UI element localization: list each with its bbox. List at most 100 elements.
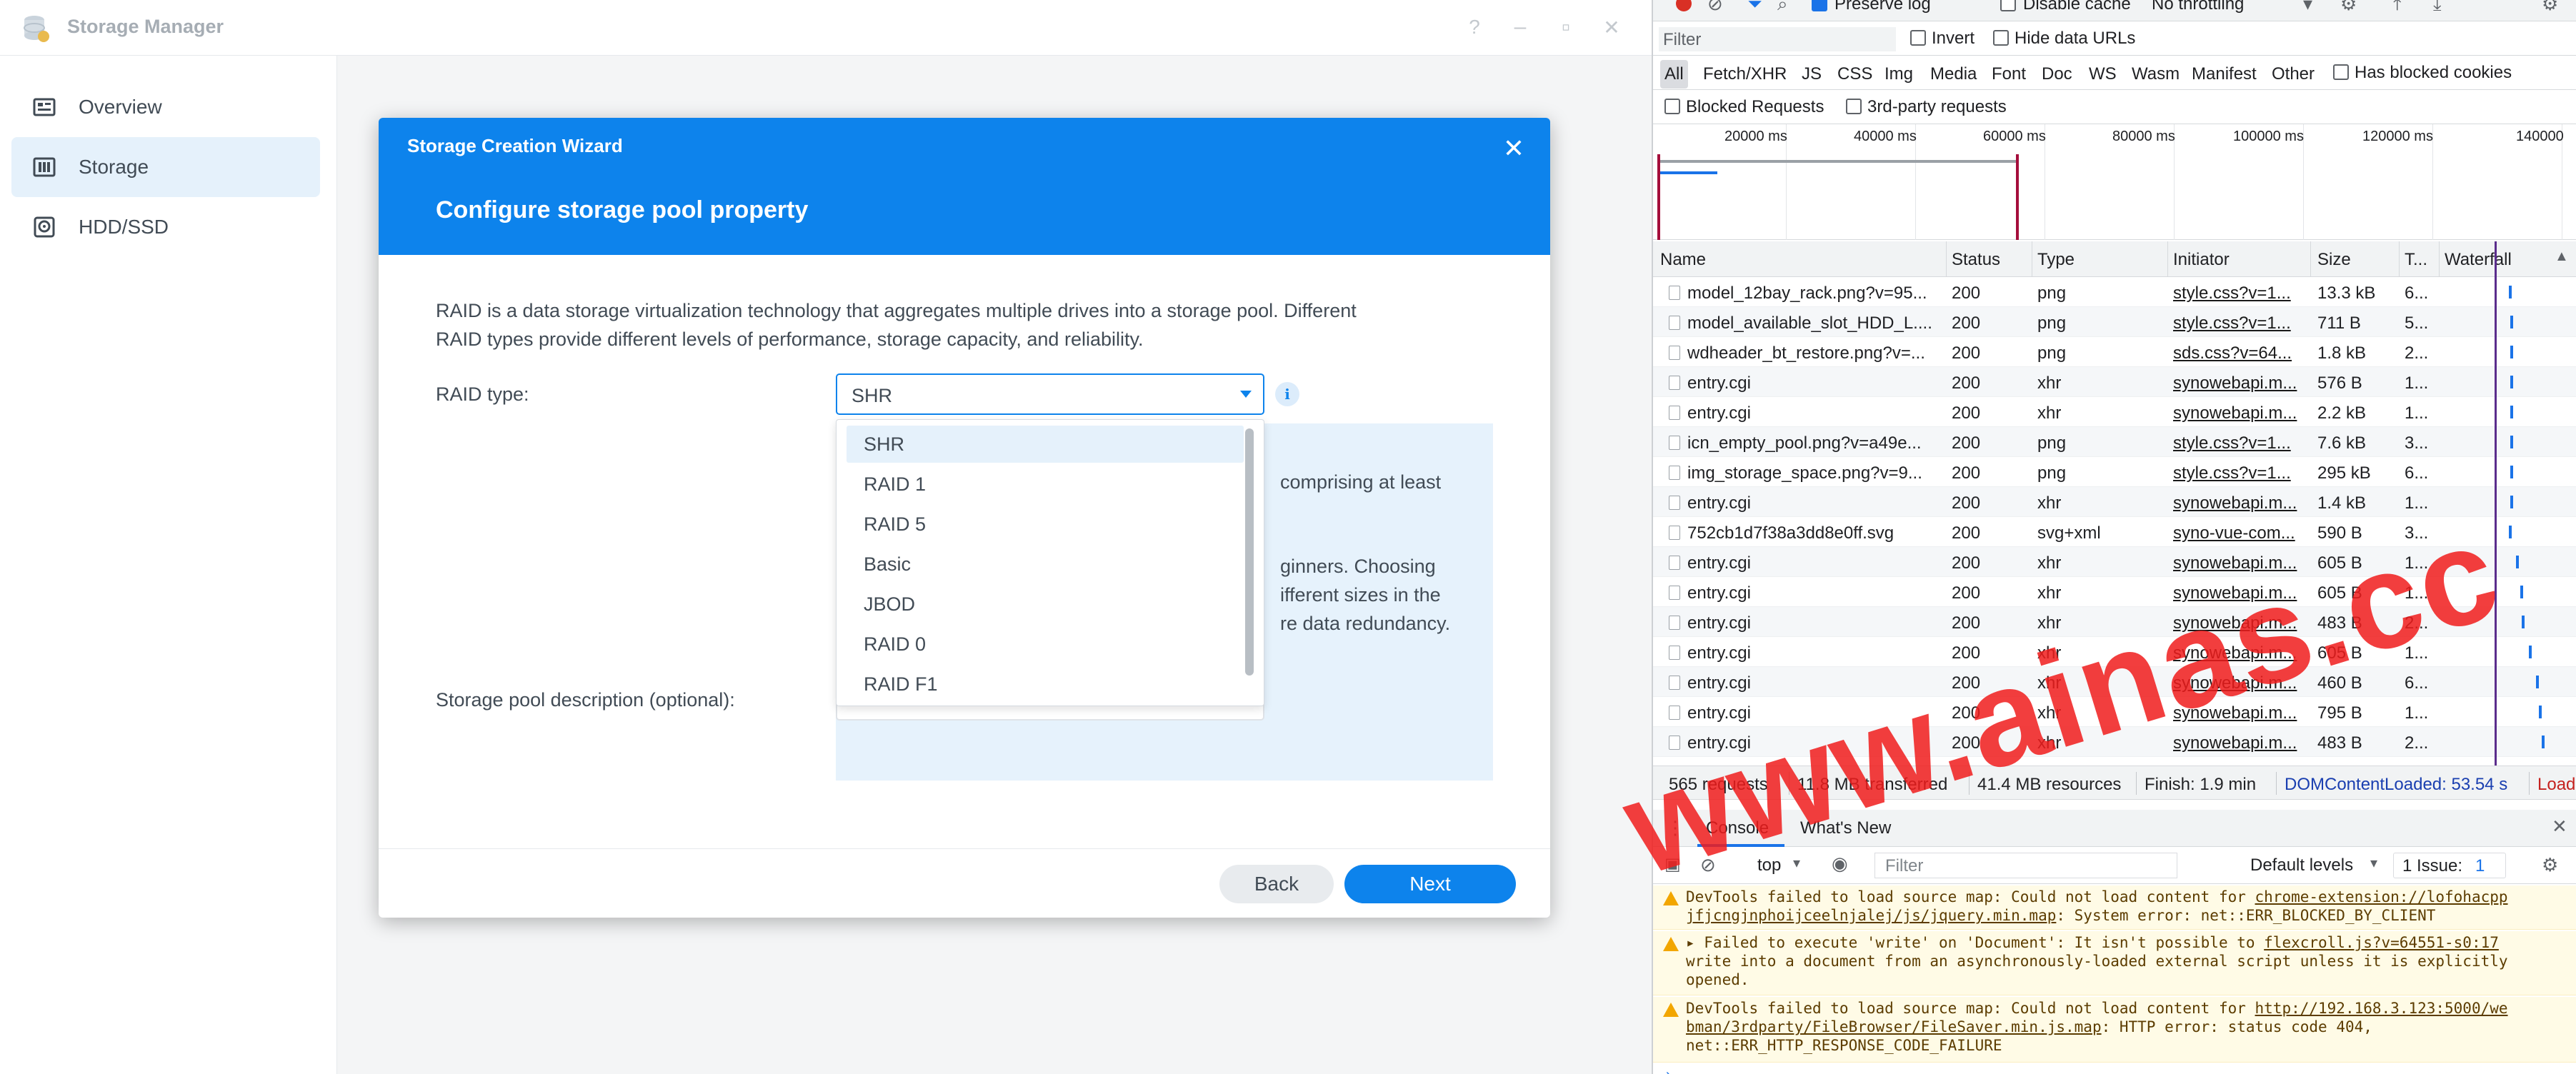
column-size[interactable]: Size <box>2317 250 2351 270</box>
cell-initiator[interactable]: style.css?v=1... <box>2173 433 2305 453</box>
export-har-icon[interactable]: ⤓ <box>2433 0 2442 16</box>
type-filter-css[interactable]: CSS <box>1833 60 1877 89</box>
has-blocked-cookies-checkbox[interactable] <box>2333 64 2349 80</box>
raid-option-shr[interactable]: SHR <box>847 426 1244 463</box>
raid-option-raid0[interactable]: RAID 0 <box>847 626 1244 663</box>
source-link[interactable]: jfjcngjnphoijceelnjalej/js/jquery.min.ma… <box>1686 907 2056 924</box>
type-filter-doc[interactable]: Doc <box>2037 60 2077 89</box>
network-overview-timeline[interactable]: 20000 ms 40000 ms 60000 ms 80000 ms 1000… <box>1653 124 2576 240</box>
raid-option-jbod[interactable]: JBOD <box>847 586 1244 623</box>
blocked-requests-checkbox[interactable] <box>1664 99 1680 114</box>
source-link[interactable]: bman/3rdparty/FileBrowser/FileSaver.min.… <box>1686 1018 2102 1035</box>
column-name[interactable]: Name <box>1660 250 1706 270</box>
dom-content-loaded-time: DOMContentLoaded: 53.54 s <box>2285 775 2508 794</box>
info-icon[interactable]: i <box>1275 382 1299 406</box>
maximize-button[interactable]: ▫ <box>1552 13 1580 41</box>
warning-text[interactable]: ▸ Failed to execute 'write' on 'Document… <box>1686 934 2499 951</box>
warning-text: jfjcngjnphoijceelnjalej/js/jquery.min.ma… <box>1686 907 2436 924</box>
column-waterfall[interactable]: Waterfall <box>2445 250 2512 270</box>
type-filter-ws[interactable]: WS <box>2085 60 2121 89</box>
cell-initiator[interactable]: synowebapi.m... <box>2173 403 2305 423</box>
timeline-selection-end[interactable] <box>2016 154 2019 240</box>
throttling-select[interactable]: No throttling <box>2152 0 2244 14</box>
column-type[interactable]: Type <box>2037 250 2075 270</box>
filter-input[interactable]: Filter <box>1659 27 1896 51</box>
log-levels-select[interactable]: Default levels <box>2250 855 2353 875</box>
help-button[interactable]: ? <box>1460 13 1489 41</box>
type-filter-all[interactable]: All <box>1660 60 1688 89</box>
search-icon[interactable]: ⌕ <box>1777 0 1788 16</box>
storage-icon <box>33 157 56 177</box>
invert-checkbox[interactable] <box>1910 30 1926 46</box>
type-filter-img[interactable]: Img <box>1880 60 1917 89</box>
table-row[interactable]: model_12bay_rack.png?v=95... 200 png style.… <box>1653 277 2576 307</box>
hide-data-urls-checkbox[interactable] <box>1993 30 2009 46</box>
close-icon[interactable]: ✕ <box>1503 134 1524 164</box>
console-filter-input[interactable]: Filter <box>1874 853 2177 878</box>
info-text: ginners. Choosing <box>1280 556 1436 577</box>
type-filter-manifest[interactable]: Manifest <box>2187 60 2261 89</box>
cell-initiator[interactable]: style.css?v=1... <box>2173 463 2305 483</box>
cell-initiator[interactable]: sds.css?v=64... <box>2173 343 2305 363</box>
raid-option-raidf1[interactable]: RAID F1 <box>847 666 1244 703</box>
eye-icon[interactable]: ◉ <box>1832 853 1848 875</box>
column-status[interactable]: Status <box>1952 250 2000 270</box>
dropdown-scrollbar[interactable] <box>1245 428 1254 676</box>
source-link[interactable]: http://192.168.3.123:5000/we <box>2255 1000 2508 1017</box>
next-button[interactable]: Next <box>1344 865 1516 903</box>
clear-icon[interactable]: ⊘ <box>1707 0 1723 15</box>
column-initiator[interactable]: Initiator <box>2173 250 2230 270</box>
back-button[interactable]: Back <box>1219 865 1334 903</box>
type-filter-js[interactable]: JS <box>1797 60 1826 89</box>
table-row[interactable]: icn_empty_pool.png?v=a49e... 200 png style.… <box>1653 427 2576 457</box>
column-time[interactable]: T... <box>2405 250 2427 270</box>
file-icon <box>1669 466 1680 480</box>
console-prompt-icon[interactable]: › <box>1666 1067 1671 1074</box>
raid-option-raid1[interactable]: RAID 1 <box>847 466 1244 503</box>
cell-type: png <box>2037 463 2067 483</box>
cell-name: entry.cgi <box>1687 493 1751 513</box>
raid-type-select[interactable]: SHR <box>836 373 1264 415</box>
type-filter-font[interactable]: Font <box>1987 60 2030 89</box>
sidebar-item-overview[interactable]: Overview <box>11 77 320 137</box>
disable-cache-checkbox[interactable] <box>2000 0 2016 11</box>
settings-gear-icon[interactable]: ⚙ <box>2542 0 2558 15</box>
filter-icon[interactable]: ⏷ <box>1747 0 1762 16</box>
type-filter-media[interactable]: Media <box>1926 60 1981 89</box>
source-link[interactable]: chrome-extension://lofohacpp <box>2255 888 2508 905</box>
sidebar-item-storage[interactable]: Storage <box>11 137 320 197</box>
table-row[interactable]: img_storage_space.png?v=9... 200 png style.… <box>1653 457 2576 487</box>
cell-initiator[interactable]: synowebapi.m... <box>2173 493 2305 513</box>
timeline-selection-start[interactable] <box>1657 154 1660 240</box>
cell-initiator[interactable]: synowebapi.m... <box>2173 373 2305 393</box>
network-conditions-icon[interactable]: ⚙ <box>2340 0 2357 15</box>
type-filter-wasm[interactable]: Wasm <box>2127 60 2184 89</box>
sidebar-item-hdd-ssd[interactable]: HDD/SSD <box>11 197 320 257</box>
type-filter-fetch-xhr[interactable]: Fetch/XHR <box>1699 60 1791 89</box>
raid-option-raid5[interactable]: RAID 5 <box>847 506 1244 543</box>
table-row[interactable]: model_available_slot_HDD_L.... 200 png styl… <box>1653 307 2576 337</box>
table-row[interactable]: wdheader_bt_restore.png?v=... 200 png sds.c… <box>1653 337 2576 367</box>
close-icon[interactable]: ✕ <box>2552 815 2567 838</box>
minimize-button[interactable]: – <box>1506 13 1534 41</box>
cell-initiator[interactable]: style.css?v=1... <box>2173 313 2305 333</box>
sidebar-item-label: Overview <box>79 96 162 118</box>
warning-icon <box>1663 937 1679 951</box>
cell-initiator[interactable]: syno-vue-com... <box>2173 523 2305 543</box>
source-link[interactable]: flexcroll.js?v=64551-s0:17 <box>2264 934 2499 951</box>
settings-gear-icon[interactable]: ⚙ <box>2542 854 2558 876</box>
preserve-log-checkbox[interactable] <box>1812 0 1827 11</box>
import-har-icon[interactable]: ⤒ <box>2393 0 2402 16</box>
table-row[interactable]: entry.cgi 200 xhr synowebapi.m... 576 B 1... <box>1653 367 2576 397</box>
warning-text: bman/3rdparty/FileBrowser/FileSaver.min.… <box>1686 1018 2372 1035</box>
raid-option-basic[interactable]: Basic <box>847 546 1244 583</box>
close-window-button[interactable]: ✕ <box>1597 13 1626 41</box>
record-icon[interactable] <box>1676 0 1692 11</box>
cell-initiator[interactable]: style.css?v=1... <box>2173 283 2305 303</box>
type-filter-other[interactable]: Other <box>2267 60 2319 89</box>
table-row[interactable]: entry.cgi 200 xhr synowebapi.m... 2.2 kB 1... <box>1653 397 2576 427</box>
third-party-checkbox[interactable] <box>1846 99 1862 114</box>
cell-name: 752cb1d7f38a3dd8e0ff.svg <box>1687 523 1894 543</box>
raid-type-label: RAID type: <box>436 383 529 405</box>
issues-button[interactable]: 1 Issue: 1 <box>2393 853 2506 878</box>
